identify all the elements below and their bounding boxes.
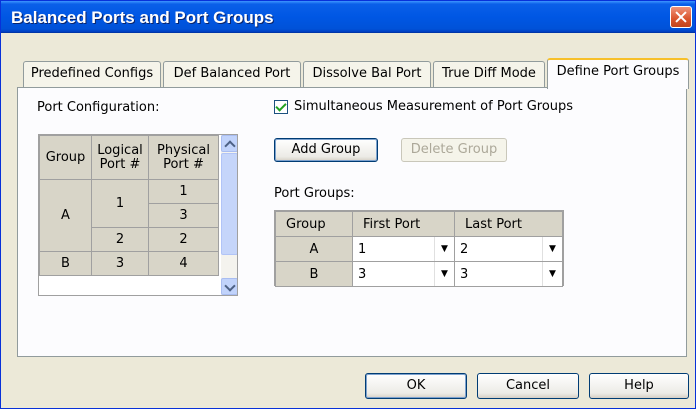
first-port-value: 3 <box>358 266 367 282</box>
row-group-cell[interactable]: A <box>275 236 353 262</box>
table-row: B 3 ▼ 3 ▼ <box>275 261 563 287</box>
tab-define-port-groups[interactable]: Define Port Groups <box>547 58 689 89</box>
scroll-thumb[interactable] <box>221 153 237 255</box>
row-physical-cell[interactable]: 4 <box>148 251 219 276</box>
ok-label: OK <box>406 378 426 393</box>
column-header-last-port: Last Port <box>454 211 563 237</box>
dropdown-arrow-icon[interactable]: ▼ <box>542 237 562 261</box>
last-port-value: 2 <box>460 241 469 257</box>
close-icon[interactable] <box>670 6 692 28</box>
last-port-value: 3 <box>460 266 469 282</box>
tab-label: Def Balanced Port <box>173 66 291 81</box>
last-port-dropdown[interactable]: 3 ▼ <box>454 261 563 287</box>
tab-predefined-configs[interactable]: Predefined Configs <box>23 61 161 88</box>
row-physical-cell[interactable]: 1 <box>148 179 219 204</box>
cancel-button[interactable]: Cancel <box>477 373 579 399</box>
add-group-label: Add Group <box>291 142 361 157</box>
dropdown-arrow-icon[interactable]: ▼ <box>434 262 454 286</box>
port-configuration-label: Port Configuration: <box>37 100 160 115</box>
port-groups-grid[interactable]: Group First Port Last Port A 1 ▼ 2 ▼ B 3… <box>274 210 564 287</box>
simultaneous-checkbox[interactable] <box>274 100 288 114</box>
tab-label: Dissolve Bal Port <box>312 66 422 81</box>
row-logical-cell[interactable]: 1 <box>91 179 149 228</box>
cancel-label: Cancel <box>505 378 551 393</box>
scroll-up-icon[interactable] <box>221 135 237 152</box>
row-logical-cell[interactable]: 2 <box>91 227 149 252</box>
delete-group-button[interactable]: Delete Group <box>401 138 507 162</box>
add-group-button[interactable]: Add Group <box>274 138 378 162</box>
ok-button[interactable]: OK <box>365 373 467 399</box>
help-label: Help <box>624 378 654 393</box>
row-physical-cell[interactable]: 3 <box>148 203 219 228</box>
first-port-dropdown[interactable]: 1 ▼ <box>352 236 455 262</box>
column-header-logical-port: Logical Port # <box>91 135 149 180</box>
dialog-window: Balanced Ports and Port Groups Predefine… <box>0 0 696 409</box>
tab-true-diff-mode[interactable]: True Diff Mode <box>433 61 545 88</box>
column-header-group: Group <box>275 211 353 237</box>
port-groups-label: Port Groups: <box>274 186 355 201</box>
row-group-cell[interactable]: A <box>39 179 92 252</box>
simultaneous-label[interactable]: Simultaneous Measurement of Port Groups <box>294 99 573 114</box>
scroll-down-icon[interactable] <box>221 278 237 295</box>
row-group-cell[interactable]: B <box>275 261 353 287</box>
table-row: A 1 ▼ 2 ▼ <box>275 236 563 262</box>
window-title: Balanced Ports and Port Groups <box>11 8 274 27</box>
column-header-first-port: First Port <box>352 211 455 237</box>
row-physical-cell[interactable]: 2 <box>148 227 219 252</box>
column-header-physical-port: Physical Port # <box>148 135 219 180</box>
help-button[interactable]: Help <box>589 373 689 399</box>
tab-label: True Diff Mode <box>442 66 536 81</box>
delete-group-label: Delete Group <box>410 142 498 157</box>
tab-panel-define-port-groups: Port Configuration: Group Logical Port #… <box>17 87 687 357</box>
port-configuration-grid[interactable]: Group Logical Port # Physical Port # A 1… <box>38 134 238 296</box>
dropdown-arrow-icon[interactable]: ▼ <box>434 237 454 261</box>
row-group-cell[interactable]: B <box>39 251 92 276</box>
tab-label: Define Port Groups <box>556 64 680 79</box>
last-port-dropdown[interactable]: 2 ▼ <box>454 236 563 262</box>
first-port-dropdown[interactable]: 3 ▼ <box>352 261 455 287</box>
tab-dissolve-bal-port[interactable]: Dissolve Bal Port <box>303 61 431 88</box>
first-port-value: 1 <box>358 241 367 257</box>
row-logical-cell[interactable]: 3 <box>91 251 149 276</box>
column-header-group: Group <box>39 135 92 180</box>
tab-def-balanced-port[interactable]: Def Balanced Port <box>163 61 301 88</box>
title-bar[interactable]: Balanced Ports and Port Groups <box>1 1 695 33</box>
vertical-scrollbar[interactable] <box>221 135 237 295</box>
tab-label: Predefined Configs <box>30 66 154 81</box>
dropdown-arrow-icon[interactable]: ▼ <box>542 262 562 286</box>
